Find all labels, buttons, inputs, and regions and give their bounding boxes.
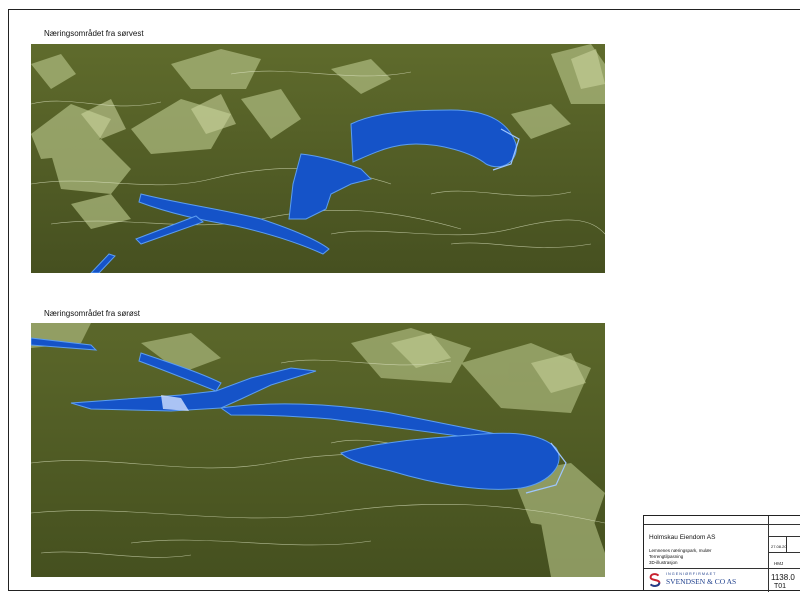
company-tagline: INGENIØRFIRMAET [666, 572, 717, 576]
title-block-divider [768, 552, 800, 553]
svendsen-logo-icon [649, 573, 661, 587]
date-value: 27.08.20 [771, 544, 787, 549]
view-caption-southwest: Næringsområdet fra sørvest [44, 29, 144, 38]
terrain-render-southeast [31, 323, 605, 577]
view-caption-southeast: Næringsområdet fra sørøst [44, 309, 141, 318]
title-block-divider [644, 524, 800, 525]
project-line-2: Terrengtilpasning [649, 554, 684, 559]
project-line-3: 3D-illustrasjon [649, 560, 678, 565]
terrain-view-southeast [31, 323, 605, 577]
company-logo: INGENIØRFIRMAET SVENDSEN & CO AS [648, 572, 764, 590]
terrain-render-southwest [31, 44, 605, 273]
title-block-divider [768, 516, 769, 592]
drawing-number: T01 [774, 583, 787, 590]
title-block: Holmskau Eiendom AS Lemnenes næringspark… [643, 515, 800, 592]
title-block-divider [768, 568, 800, 569]
project-line-1: Lemnenes næringspark, mulær [649, 548, 712, 553]
client-name: Holmskau Eiendom AS [649, 534, 716, 541]
title-block-divider [644, 568, 768, 569]
company-name: SVENDSEN & CO AS [666, 577, 737, 586]
project-number: 1138.0 [771, 573, 795, 582]
terrain-view-southwest [31, 44, 605, 273]
title-block-divider [768, 536, 800, 537]
drawn-by-value: HMJ [774, 561, 784, 566]
